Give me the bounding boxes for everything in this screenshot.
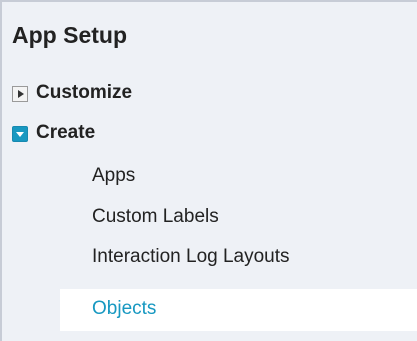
tree-item-interaction-log-layouts[interactable]: Interaction Log Layouts [92, 246, 290, 268]
tree-group-create[interactable]: Create [2, 119, 417, 149]
tree-item-custom-labels[interactable]: Custom Labels [92, 206, 219, 228]
tree-group-customize[interactable]: Customize [2, 79, 417, 109]
tree-item-apps[interactable]: Apps [92, 165, 135, 187]
tree-group-label: Customize [36, 82, 133, 103]
tree-item-objects-label: Objects [92, 298, 157, 319]
panel-title: App Setup [12, 22, 127, 48]
collapsed-toggle-icon[interactable] [12, 86, 28, 102]
tree-group-label: Create [36, 122, 96, 143]
expanded-toggle-icon[interactable] [12, 126, 28, 142]
app-setup-panel: App Setup Customize Create Apps Custom L… [0, 0, 417, 341]
triangle-down-glyph [16, 132, 24, 137]
tree-item-objects[interactable]: Objects [60, 289, 417, 331]
triangle-right-glyph [18, 90, 24, 98]
